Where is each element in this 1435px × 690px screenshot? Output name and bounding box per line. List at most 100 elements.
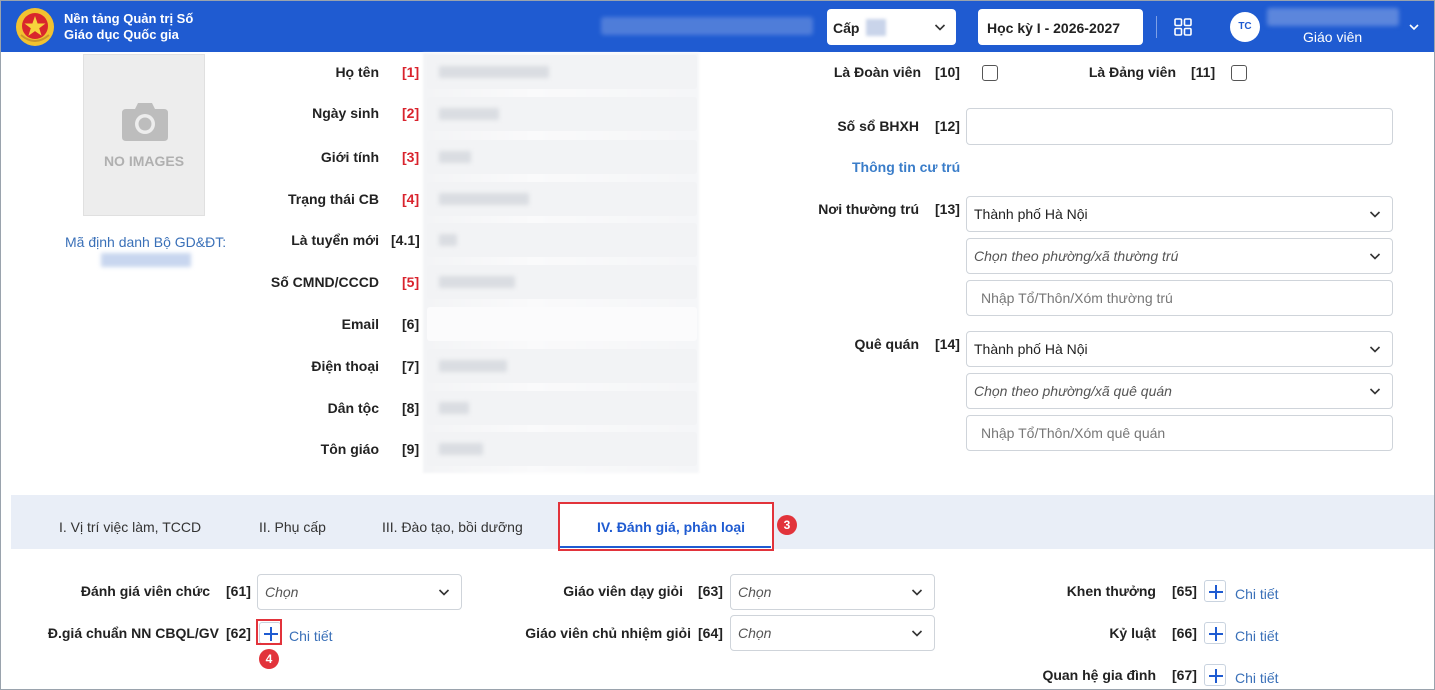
redacted-level-value bbox=[866, 19, 886, 36]
field-label-doan-vien: Là Đoàn viên bbox=[833, 64, 921, 80]
field-num-12: [12] bbox=[935, 118, 960, 134]
chevron-down-icon[interactable] bbox=[1408, 21, 1420, 33]
trang-thai-cb-select[interactable] bbox=[427, 182, 697, 216]
thuong-tru-ward-placeholder: Chọn theo phường/xã thường trú bbox=[974, 248, 1179, 264]
field-label-la-tuyen-moi: Là tuyển mới bbox=[291, 232, 379, 248]
field-label-chuan-nn: Đ.giá chuẩn NN CBQL/GV bbox=[47, 625, 219, 641]
que-quan-province-select[interactable]: Thành phố Hà Nội bbox=[966, 331, 1393, 367]
que-quan-province-value: Thành phố Hà Nội bbox=[974, 341, 1088, 357]
field-label-email: Email bbox=[341, 316, 379, 332]
chevron-down-icon bbox=[438, 589, 450, 596]
field-num-61: [61] bbox=[226, 583, 251, 599]
dan-toc-select[interactable] bbox=[427, 391, 697, 425]
camera-icon bbox=[122, 103, 168, 141]
gv-day-gioi-select[interactable]: Chọn bbox=[730, 574, 935, 610]
ton-giao-select[interactable] bbox=[427, 432, 697, 466]
field-num-64: [64] bbox=[698, 625, 723, 641]
redacted-user-name bbox=[1267, 8, 1399, 26]
redacted-ma-dinh-danh bbox=[101, 253, 191, 267]
field-num-13: [13] bbox=[935, 201, 960, 217]
add-ky-luat-button[interactable] bbox=[1204, 622, 1226, 644]
apps-grid-icon[interactable] bbox=[1174, 18, 1192, 36]
la-tuyen-moi-select[interactable] bbox=[427, 223, 697, 257]
plus-icon bbox=[1209, 585, 1223, 599]
so-bhxh-input[interactable] bbox=[966, 108, 1393, 145]
profile-photo[interactable]: NO IMAGES bbox=[83, 54, 205, 216]
chevron-down-icon bbox=[1369, 211, 1381, 218]
khen-thuong-detail-link[interactable]: Chi tiết bbox=[1235, 586, 1279, 602]
national-emblem-icon bbox=[16, 8, 54, 46]
ngay-sinh-input[interactable] bbox=[427, 97, 697, 131]
field-label-so-bhxh: Số sổ BHXH bbox=[837, 118, 919, 134]
top-header: Nền tảng Quản trị Số Giáo dục Quốc gia C… bbox=[1, 1, 1434, 52]
field-label-danh-gia-vien-chuc: Đánh giá viên chức bbox=[80, 583, 210, 599]
field-label-ngay-sinh: Ngày sinh bbox=[312, 105, 379, 121]
quan-he-detail-link[interactable]: Chi tiết bbox=[1235, 670, 1279, 686]
thuong-tru-province-select[interactable]: Thành phố Hà Nội bbox=[966, 196, 1393, 232]
chevron-down-icon bbox=[911, 589, 923, 596]
field-label-gioi-tinh: Giới tính bbox=[320, 149, 379, 165]
field-num-8: [8] bbox=[402, 400, 420, 416]
que-quan-hamlet-placeholder: Nhập Tổ/Thôn/Xóm quê quán bbox=[981, 425, 1166, 441]
tab-dao-tao-boi-duong[interactable]: III. Đào tạo, bồi dưỡng bbox=[382, 519, 523, 535]
ky-luat-detail-link[interactable]: Chi tiết bbox=[1235, 628, 1279, 644]
tab-vi-tri-viec-lam[interactable]: I. Vị trí việc làm, TCCD bbox=[59, 519, 201, 535]
so-cmnd-input[interactable] bbox=[427, 265, 697, 299]
chevron-down-icon bbox=[1369, 253, 1381, 260]
plus-icon bbox=[1209, 669, 1223, 683]
chuan-nn-detail-link[interactable]: Chi tiết bbox=[289, 628, 333, 644]
brand-line-2: Giáo dục Quốc gia bbox=[64, 27, 179, 42]
step-badge-4: 4 bbox=[259, 649, 279, 669]
brand-line-1: Nền tảng Quản trị Số bbox=[64, 11, 194, 26]
doan-vien-checkbox[interactable] bbox=[982, 65, 998, 81]
term-select[interactable]: Học kỳ I - 2026-2027 bbox=[978, 9, 1143, 45]
thuong-tru-hamlet-placeholder: Nhập Tổ/Thôn/Xóm thường trú bbox=[981, 290, 1173, 306]
level-select-label: Cấp bbox=[833, 20, 860, 36]
gvcn-gioi-select[interactable]: Chọn bbox=[730, 615, 935, 651]
email-input[interactable] bbox=[427, 307, 697, 341]
thuong-tru-ward-select[interactable]: Chọn theo phường/xã thường trú bbox=[966, 238, 1393, 274]
gv-day-gioi-value: Chọn bbox=[738, 584, 772, 600]
dang-vien-checkbox[interactable] bbox=[1231, 65, 1247, 81]
field-label-trang-thai-cb: Trạng thái CB bbox=[287, 191, 379, 207]
no-images-text: NO IMAGES bbox=[103, 153, 185, 169]
field-label-dan-toc: Dân tộc bbox=[327, 400, 379, 416]
field-num-63: [63] bbox=[698, 583, 723, 599]
gvcn-gioi-value: Chọn bbox=[738, 625, 772, 641]
add-khen-thuong-button[interactable] bbox=[1204, 580, 1226, 602]
field-label-que-quan: Quê quán bbox=[854, 336, 919, 352]
que-quan-hamlet-input[interactable]: Nhập Tổ/Thôn/Xóm quê quán bbox=[966, 415, 1393, 451]
field-label-gv-day-gioi: Giáo viên dạy giỏi bbox=[563, 583, 683, 599]
chevron-down-icon bbox=[911, 630, 923, 637]
gioi-tinh-select[interactable] bbox=[427, 140, 697, 174]
chevron-down-icon bbox=[1369, 388, 1381, 395]
field-num-14: [14] bbox=[935, 336, 960, 352]
danh-gia-vien-chuc-value: Chọn bbox=[265, 584, 299, 600]
field-label-ky-luat: Kỷ luật bbox=[1109, 625, 1156, 641]
field-num-10: [10] bbox=[935, 64, 960, 80]
level-select[interactable]: Cấp bbox=[827, 9, 956, 45]
chevron-down-icon bbox=[1369, 346, 1381, 353]
field-num-1: [1] bbox=[402, 64, 420, 80]
add-quan-he-button[interactable] bbox=[1204, 664, 1226, 686]
field-label-dang-vien: Là Đảng viên bbox=[1088, 64, 1176, 80]
field-label-ho-ten: Họ tên bbox=[335, 64, 379, 80]
field-num-3: [3] bbox=[402, 149, 420, 165]
que-quan-ward-placeholder: Chọn theo phường/xã quê quán bbox=[974, 383, 1172, 399]
ho-ten-input[interactable] bbox=[427, 55, 697, 89]
cu-tru-section-title: Thông tin cư trú bbox=[852, 159, 961, 175]
danh-gia-vien-chuc-select[interactable]: Chọn bbox=[257, 574, 462, 610]
que-quan-ward-select[interactable]: Chọn theo phường/xã quê quán bbox=[966, 373, 1393, 409]
chevron-down-icon bbox=[934, 24, 946, 31]
field-num-66: [66] bbox=[1172, 625, 1197, 641]
thuong-tru-hamlet-input[interactable]: Nhập Tổ/Thôn/Xóm thường trú bbox=[966, 280, 1393, 316]
field-num-67: [67] bbox=[1172, 667, 1197, 683]
dien-thoai-input[interactable] bbox=[427, 349, 697, 383]
avatar[interactable]: TC bbox=[1230, 12, 1260, 42]
field-num-2: [2] bbox=[402, 105, 420, 121]
tab-highlight-box bbox=[558, 502, 774, 551]
tab-phu-cap[interactable]: II. Phụ cấp bbox=[259, 519, 326, 535]
field-label-khen-thuong: Khen thưởng bbox=[1066, 583, 1156, 599]
field-num-4: [4] bbox=[402, 191, 420, 207]
thuong-tru-province-value: Thành phố Hà Nội bbox=[974, 206, 1088, 222]
